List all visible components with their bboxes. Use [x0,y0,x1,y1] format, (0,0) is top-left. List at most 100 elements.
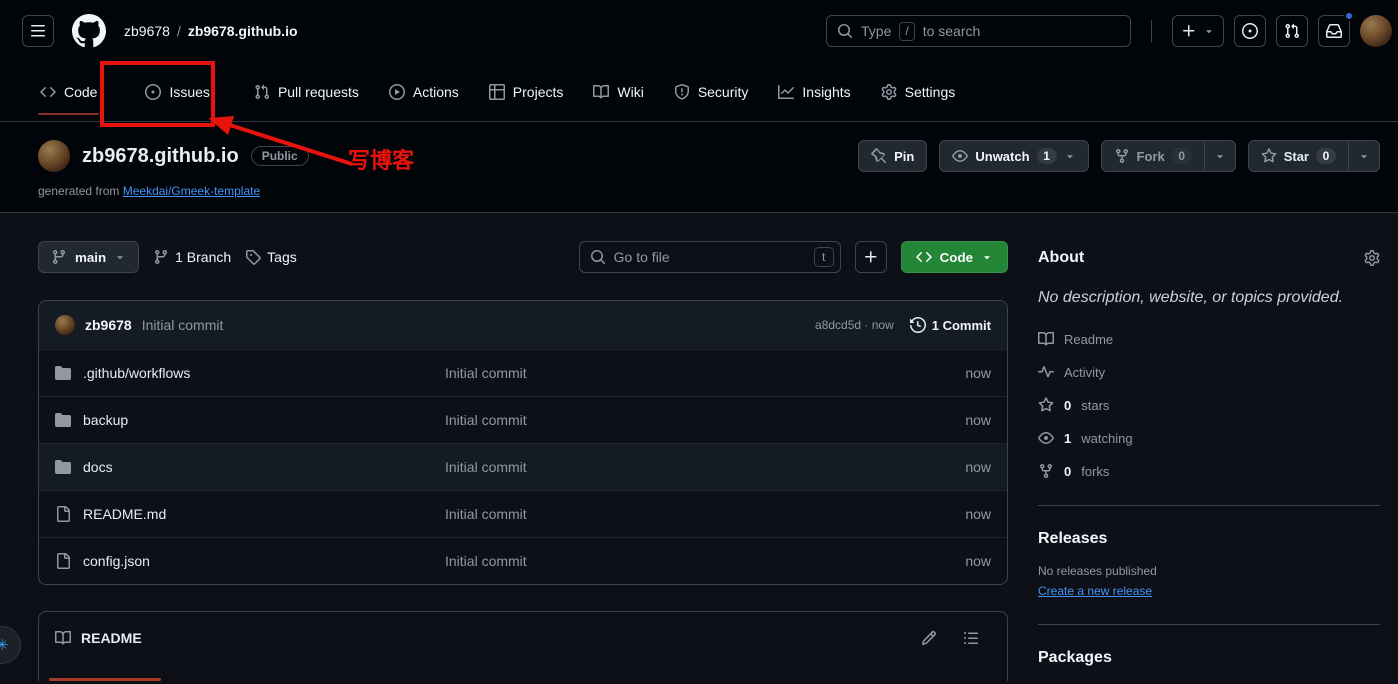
header-divider [1151,20,1152,42]
tab-projects[interactable]: Projects [479,62,574,121]
file-name-label: docs [83,459,113,475]
readme-tab[interactable]: README [81,630,142,646]
hamburger-menu-button[interactable] [22,15,54,47]
tab-insights[interactable]: Insights [768,62,860,121]
unwatch-button[interactable]: Unwatch 1 [939,140,1088,172]
search-placeholder-prefix: Type [861,23,891,39]
commit-author-avatar[interactable] [55,315,75,335]
template-repo-link[interactable]: Meekdai/Gmeek-template [123,184,260,198]
table-row: .github/workflows Initial commit now [39,349,1007,396]
book-icon [55,630,71,646]
repo-title[interactable]: zb9678.github.io [82,145,239,168]
git-branch-icon [153,249,169,265]
slash-key-hint: / [899,22,914,41]
packages-heading[interactable]: Packages [1038,649,1380,667]
repo-forked-icon [1114,148,1130,164]
generated-from-text: generated from [38,184,119,198]
pin-button[interactable]: Pin [858,140,927,172]
tab-settings[interactable]: Settings [871,62,966,121]
go-to-file-input[interactable] [614,249,806,265]
user-avatar[interactable] [1360,15,1392,47]
chevron-down-icon [1203,25,1215,37]
file-commit-message[interactable]: Initial commit [445,553,921,569]
file-link[interactable]: backup [55,412,445,428]
your-pull-requests-button[interactable] [1276,15,1308,47]
star-button[interactable]: Star 0 [1249,141,1348,171]
fork-button-group: Fork 0 [1101,140,1236,172]
file-link[interactable]: .github/workflows [55,365,445,381]
tags-link[interactable]: Tags [245,249,297,265]
file-name-label: backup [83,412,128,428]
star-icon [1038,397,1054,413]
tab-issues[interactable]: Issues [135,62,219,121]
sidebar-divider [1038,505,1380,506]
readme-card: README [38,611,1008,681]
sidebar-divider [1038,624,1380,625]
edit-readme-pencil-icon[interactable] [921,630,937,646]
branches-label: 1 Branch [175,249,231,265]
fork-dropdown-button[interactable] [1204,141,1235,171]
edit-repo-details-button[interactable] [1364,250,1380,266]
repo-nav-tabs: Code Issues Pull requests Actions Projec… [0,62,1398,122]
file-icon [55,553,71,569]
eye-icon [1038,430,1054,446]
breadcrumb-owner[interactable]: zb9678 [124,23,170,39]
fork-button[interactable]: Fork 0 [1102,141,1204,171]
app-header: zb9678 / zb9678.github.io Type / to sear… [0,0,1398,122]
search-placeholder-suffix: to search [923,23,981,39]
tab-actions[interactable]: Actions [379,62,469,121]
file-commit-message[interactable]: Initial commit [445,412,921,428]
stars-link-label: stars [1081,398,1109,413]
branch-selector-button[interactable]: main [38,241,139,273]
about-heading: About [1038,249,1084,267]
star-dropdown-button[interactable] [1348,141,1379,171]
create-release-link[interactable]: Create a new release [1038,584,1152,598]
gear-icon [1364,250,1380,266]
create-new-button[interactable] [1172,15,1224,47]
sidebar-item-readme[interactable]: Readme [1038,331,1380,347]
latest-commit-row: zb9678 Initial commit a8dcd5d · now 1 Co… [39,301,1007,349]
tab-actions-label: Actions [413,84,459,100]
tab-wiki[interactable]: Wiki [583,62,653,121]
file-link[interactable]: docs [55,459,445,475]
tab-security[interactable]: Security [664,62,759,121]
breadcrumb-repo[interactable]: zb9678.github.io [188,23,298,39]
repo-header: zb9678.github.io Public Pin Unwatch 1 Fo… [0,122,1398,213]
unwatch-label: Unwatch [975,149,1029,164]
file-commit-message[interactable]: Initial commit [445,506,921,522]
code-dropdown-button[interactable]: Code [901,241,1008,273]
outline-list-icon[interactable] [963,630,979,646]
file-link[interactable]: config.json [55,553,445,569]
sidebar-item-stars[interactable]: 0 stars [1038,397,1380,413]
file-commit-message[interactable]: Initial commit [445,365,921,381]
tab-issues-label: Issues [169,84,209,100]
tab-pull-requests[interactable]: Pull requests [244,62,369,121]
sidebar-item-activity[interactable]: Activity [1038,364,1380,380]
branches-link[interactable]: 1 Branch [153,249,231,265]
releases-heading[interactable]: Releases [1038,530,1380,548]
table-row: README.md Initial commit now [39,490,1007,537]
t-key-hint: t [814,247,834,267]
commit-message[interactable]: Initial commit [142,317,224,333]
file-link[interactable]: README.md [55,506,445,522]
readme-link-label: Readme [1064,332,1113,347]
github-logo-icon[interactable] [72,14,106,48]
commit-author[interactable]: zb9678 [85,317,132,333]
sidebar-item-watching[interactable]: 1 watching [1038,430,1380,446]
file-list-card: zb9678 Initial commit a8dcd5d · now 1 Co… [38,300,1008,585]
commit-history-link[interactable]: 1 Commit [910,317,991,333]
add-file-button[interactable] [855,241,887,273]
repo-owner-avatar[interactable] [38,140,70,172]
file-commit-message[interactable]: Initial commit [445,459,921,475]
global-search-input[interactable]: Type / to search [826,15,1131,47]
folder-icon [55,459,71,475]
tab-code[interactable]: Code [30,62,107,121]
tag-icon [245,249,261,265]
your-issues-button[interactable] [1234,15,1266,47]
commit-sha-time[interactable]: a8dcd5d · now [815,318,894,332]
breadcrumb: zb9678 / zb9678.github.io [124,23,298,39]
sidebar-item-forks[interactable]: 0 forks [1038,463,1380,479]
table-row: docs Initial commit now [39,443,1007,490]
fork-count-badge: 0 [1172,148,1192,164]
go-to-file-search[interactable]: t [579,241,841,273]
